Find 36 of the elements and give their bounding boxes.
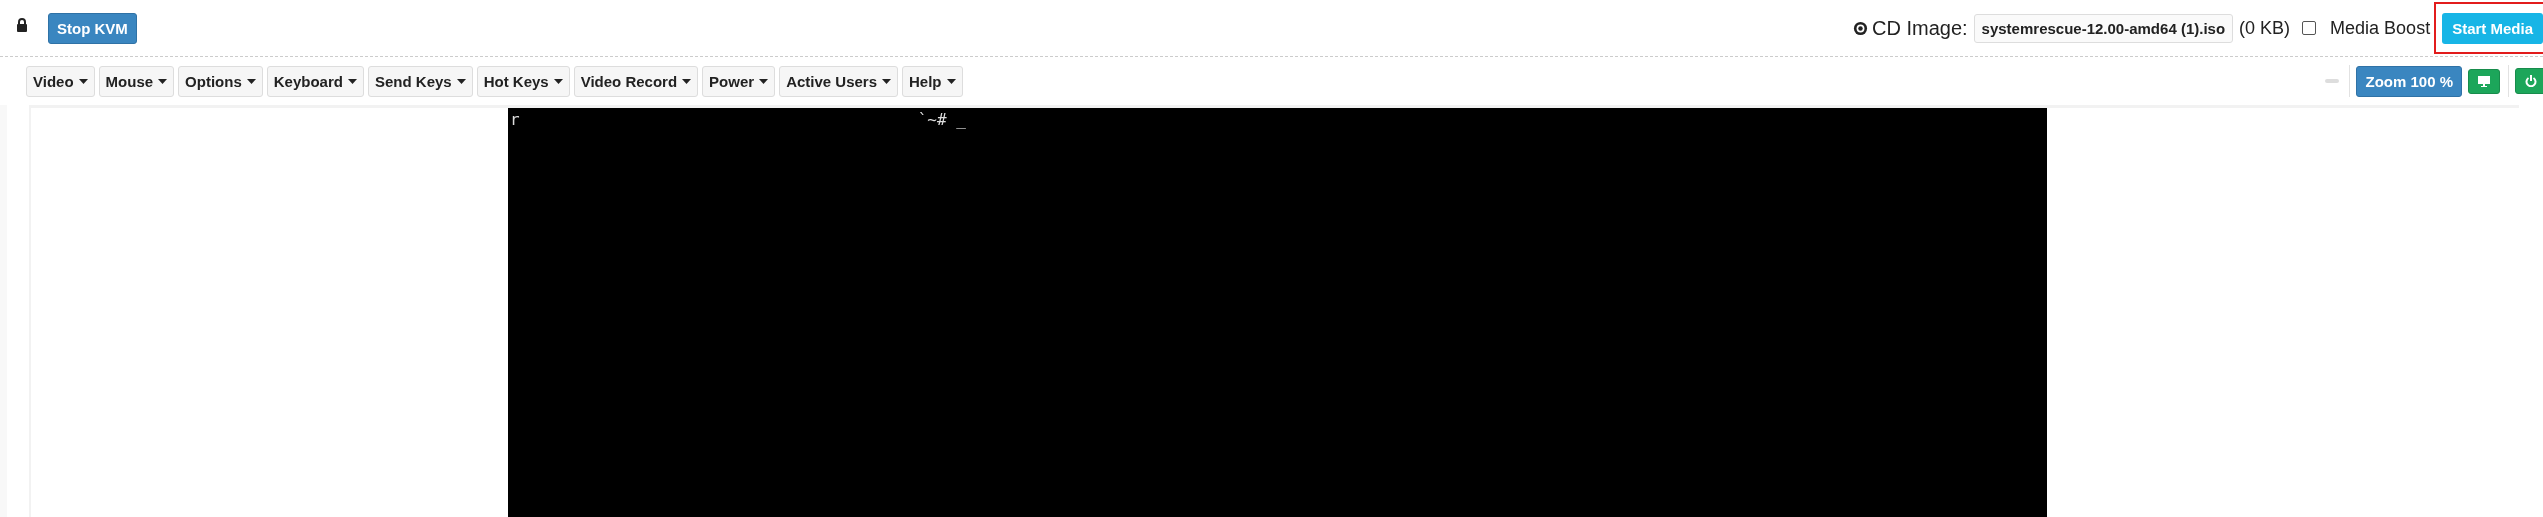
file-size: (0 KB) (2239, 17, 2291, 39)
power-button[interactable] (2515, 68, 2543, 94)
menu-dropdown[interactable]: Video (26, 65, 95, 97)
menu-dropdown[interactable]: Options (178, 65, 263, 97)
menu-dropdown[interactable]: Video Record (573, 65, 699, 97)
media-boost-checkbox[interactable] (2302, 21, 2317, 35)
terminal-text: r (510, 110, 520, 129)
cd-image-label: CD Image: (1872, 16, 1968, 40)
zoom-button[interactable]: Zoom 100 % (2356, 65, 2462, 97)
caret-icon (456, 78, 466, 84)
menu-dropdown[interactable]: Keyboard (266, 65, 364, 97)
monitor-icon (2478, 75, 2490, 87)
caret-icon (553, 78, 563, 84)
caret-icon (246, 78, 256, 84)
menu-dropdown[interactable]: Active Users (779, 65, 898, 97)
monitor-button[interactable] (2468, 68, 2500, 94)
menu-dropdown[interactable]: Power (702, 65, 776, 97)
terminal-prompt: `~# _ (917, 110, 966, 129)
caret-icon (347, 78, 357, 84)
media-boost-label: Media Boost (2330, 17, 2431, 39)
caret-icon (78, 78, 88, 84)
terminal-screen[interactable]: r `~# _ (508, 108, 2047, 517)
cd-image-field[interactable]: systemrescue-12.00-amd64 (1).iso (1973, 13, 2234, 43)
menu-dropdown[interactable]: Send Keys (367, 65, 473, 97)
caret-icon (682, 78, 692, 84)
stop-kvm-button[interactable]: Stop KVM (48, 12, 137, 44)
menu-dropdown[interactable]: Mouse (98, 65, 175, 97)
caret-icon (759, 78, 769, 84)
disc-icon (1853, 20, 1868, 36)
caret-icon (882, 78, 891, 84)
menu-dropdown[interactable]: Hot Keys (476, 65, 570, 97)
caret-icon (158, 78, 168, 84)
caret-icon (946, 78, 956, 84)
power-icon (2525, 75, 2537, 87)
menu-dropdown[interactable]: Help (902, 65, 963, 97)
minimize-handle[interactable] (2325, 79, 2340, 83)
